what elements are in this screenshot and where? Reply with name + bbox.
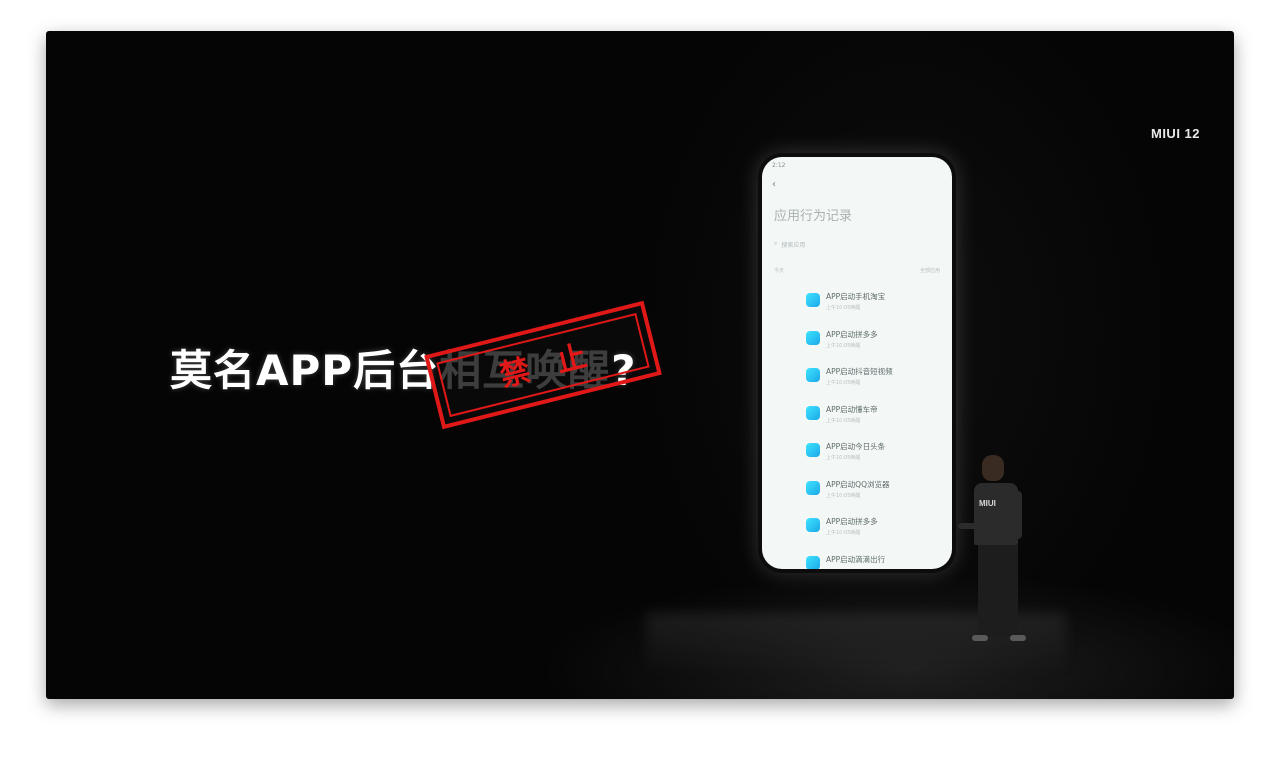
presenter-head [982, 455, 1004, 481]
back-arrow-icon[interactable]: ‹ [772, 179, 776, 190]
item-subtitle: 上午10:05唤醒 [826, 455, 861, 461]
section-header: 今天 全部应用 [774, 267, 940, 274]
app-icon [806, 480, 820, 495]
list-item[interactable]: APP启动QQ浏览器 上午10:05唤醒 [806, 479, 946, 517]
status-time: 2:12 [772, 162, 786, 169]
item-title: APP启动滴滴出行 [826, 554, 886, 564]
presenter-arm-right [1014, 491, 1022, 539]
presenter-shoe-left [972, 635, 988, 641]
list-item[interactable]: APP启动拼多多 上午10:05唤醒 [806, 329, 946, 367]
presenter-shoe-right [1010, 635, 1026, 641]
presenter-shirt [974, 483, 1018, 545]
list-item[interactable]: APP启动拼多多 上午10:05唤醒 [806, 516, 946, 554]
presenter: MIUI [958, 455, 1040, 651]
app-icon [806, 293, 820, 307]
phone-screen: 2:12 ‹ 应用行为记录 ⌕ 搜索应用 今天 全部应用 APP启动手机淘宝 上午… [762, 157, 952, 569]
list-item[interactable]: APP启动懂车帝 上午10:05唤醒 [806, 404, 946, 442]
list-item[interactable]: APP启动滴滴出行 [806, 554, 946, 569]
headline-part1: 莫名APP后台 [170, 346, 440, 395]
presentation-slide: MIUI 12 莫名APP后台相互唤醒? 禁止 2:12 ‹ 应用行为记录 ⌕ … [46, 31, 1234, 699]
list-item[interactable]: APP启动手机淘宝 上午10:05唤醒 [806, 291, 946, 329]
section-label: 今天 [774, 268, 785, 274]
app-icon [806, 330, 820, 345]
status-bar: 2:12 [772, 162, 942, 169]
item-title: APP启动今日头条 [826, 442, 886, 451]
item-subtitle: 上午10:05唤醒 [826, 530, 861, 536]
search-placeholder: 搜索应用 [781, 241, 806, 249]
list-item[interactable]: APP启动今日头条 上午10:05唤醒 [806, 441, 946, 479]
app-icon [806, 555, 820, 569]
screen-title: 应用行为记录 [774, 209, 853, 224]
list-item[interactable]: APP启动抖音短视频 上午10:05唤醒 [806, 366, 946, 404]
item-subtitle: 上午10:05唤醒 [826, 417, 861, 424]
item-subtitle: 上午10:05唤醒 [826, 380, 861, 386]
presenter-legs [978, 545, 1018, 637]
item-subtitle: 上午10:05唤醒 [826, 342, 861, 349]
app-icon [806, 518, 820, 532]
app-icon [806, 405, 820, 420]
item-subtitle: 上午10:05唤醒 [826, 492, 861, 499]
search-icon: ⌕ [774, 240, 778, 247]
app-icon [806, 368, 820, 382]
filter-link[interactable]: 全部应用 [920, 267, 940, 274]
phone: 2:12 ‹ 应用行为记录 ⌕ 搜索应用 今天 全部应用 APP启动手机淘宝 上午… [758, 153, 956, 573]
item-title: APP启动手机淘宝 [826, 292, 886, 301]
item-title: APP启动拼多多 [826, 329, 878, 339]
item-title: APP启动抖音短视频 [826, 367, 893, 376]
item-subtitle: 上午10:05唤醒 [826, 305, 861, 311]
item-title: APP启动QQ浏览器 [826, 479, 890, 489]
brand-logo: MIUI 12 [1150, 126, 1200, 141]
shirt-logo: MIUI [979, 499, 996, 508]
presenter-arm-left [958, 523, 980, 529]
app-icon [806, 443, 820, 457]
item-title: APP启动拼多多 [826, 517, 878, 526]
item-title: APP启动懂车帝 [826, 404, 878, 414]
behavior-record-list: APP启动手机淘宝 上午10:05唤醒 APP启动拼多多 上午10:05唤醒 APP… [806, 291, 946, 569]
search-input[interactable]: ⌕ 搜索应用 [774, 237, 940, 251]
